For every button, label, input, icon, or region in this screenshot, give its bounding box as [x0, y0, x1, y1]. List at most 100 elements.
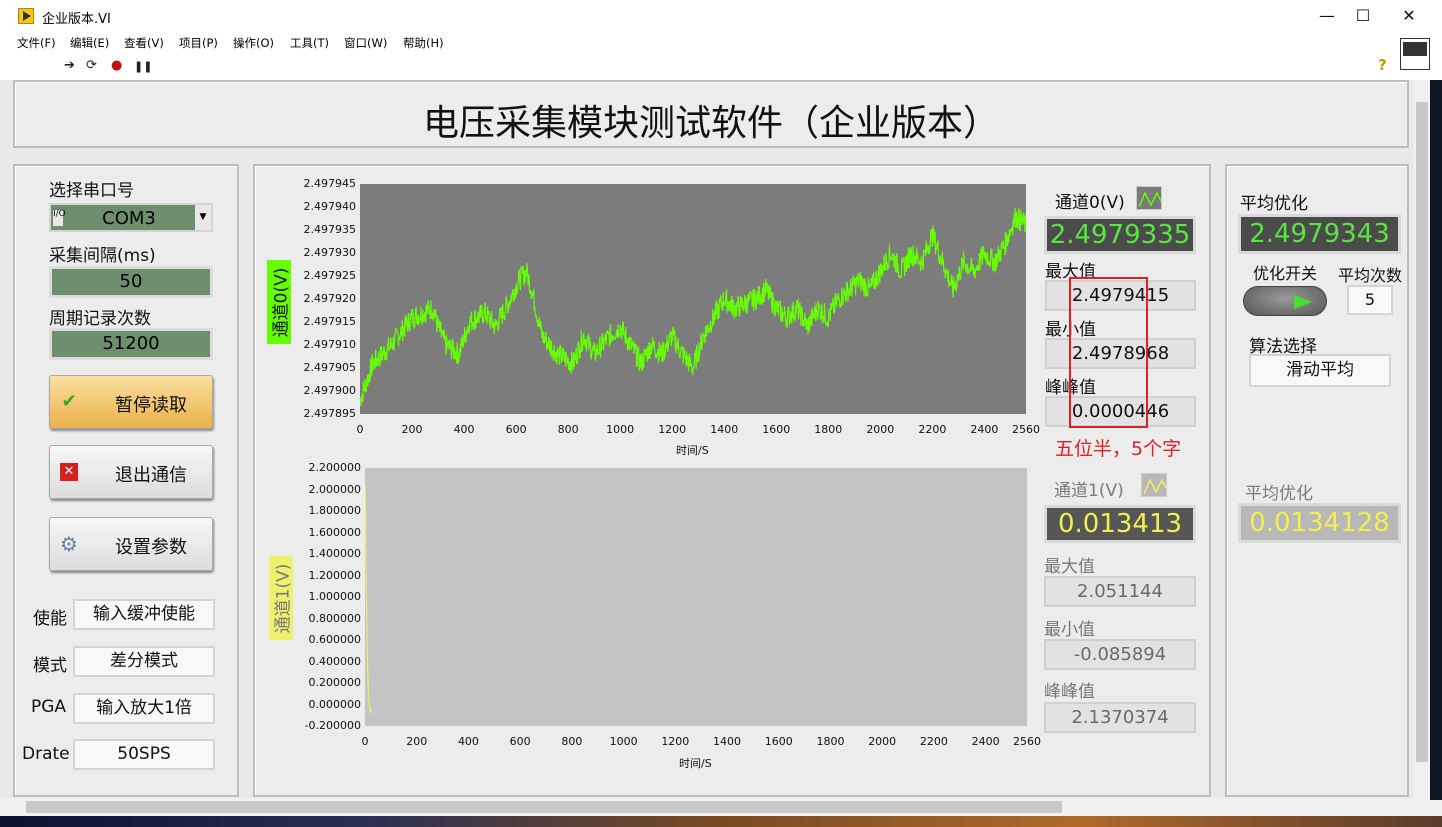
menu-file[interactable]: 文件(F) [17, 35, 56, 51]
ch1-x-tick: 1600 [764, 735, 793, 748]
ch0-y-tick: 2.497910 [303, 338, 357, 351]
ch0-y-tick: 2.497900 [303, 384, 357, 397]
ch1-max-value: 2.051144 [1044, 576, 1196, 607]
close-button[interactable]: ✕ [1386, 0, 1432, 32]
port-label: 选择串口号 [49, 181, 134, 201]
run-continuously-icon[interactable]: ⟳ [86, 58, 97, 73]
ch1-y-tick: 2.000000 [308, 482, 362, 496]
ch1-y-tick: 1.000000 [308, 590, 362, 603]
pause-read-button[interactable]: ✔ 暂停读取 [49, 375, 213, 429]
ch1-x-tick: 400 [457, 735, 479, 748]
record-count-input[interactable]: 51200 [49, 328, 213, 360]
ch1-y-axis-label-bg: 通道1(V) [269, 556, 294, 640]
interval-input[interactable]: 50 [49, 266, 213, 298]
ch1-y-tick: 2.200000 [308, 461, 362, 474]
opt-toggle[interactable] [1243, 286, 1327, 316]
avg-opt2-label: 平均优化 [1245, 484, 1313, 504]
pause-icon[interactable]: ❚❚ [134, 60, 152, 73]
ch1-x-tick: 1200 [661, 735, 690, 748]
mode-select[interactable]: 差分模式 [73, 646, 215, 677]
ch1-x-tick: 1400 [713, 735, 742, 748]
drate-select[interactable]: 50SPS [73, 739, 215, 770]
horizontal-scrollbar[interactable] [0, 798, 1430, 816]
ch1-plot-area [364, 468, 1027, 726]
banner-panel: 电压采集模块测试软件（企业版本） [13, 80, 1409, 148]
vertical-scrollbar[interactable] [1414, 80, 1430, 798]
ch0-legend-label: 通道0(V) [1055, 193, 1125, 213]
horizontal-scroll-thumb[interactable] [26, 801, 1062, 813]
ch1-x-tick: 2560 [1013, 735, 1041, 748]
vertical-scroll-thumb[interactable] [1416, 102, 1428, 762]
ch1-x-tick: 1800 [816, 735, 845, 748]
ch1-x-tick: 2400 [971, 735, 1000, 748]
ch1-y-tick: 0.600000 [308, 633, 362, 646]
ch1-pp-value: 2.1370374 [1044, 702, 1196, 733]
ch0-legend-icon[interactable] [1136, 186, 1162, 210]
menu-help[interactable]: 帮助(H) [403, 35, 444, 51]
ch1-y-tick: -0.200000 [304, 719, 361, 732]
ch1-x-tick: 800 [561, 735, 583, 748]
ch0-y-tick: 2.497905 [303, 361, 357, 374]
desktop-background-strip [0, 816, 1442, 827]
ch1-x-tick: 600 [509, 735, 531, 748]
ch1-chart [364, 484, 372, 714]
ch1-value-display: 0.013413 [1044, 505, 1196, 543]
ch0-value-display: 2.4979335 [1044, 216, 1196, 254]
avg-opt-value: 2.4979343 [1238, 214, 1401, 254]
ch0-plot-area [359, 184, 1027, 414]
ch0-x-axis-label: 时间/S [676, 444, 709, 457]
ch1-y-tick: 0.800000 [308, 611, 362, 625]
ch1-y-tick: 1.400000 [308, 547, 362, 560]
ch0-x-tick: 2400 [970, 423, 999, 436]
ch1-y-tick: 0.000000 [308, 697, 362, 711]
pga-label: PGA [31, 697, 67, 717]
menu-tools[interactable]: 工具(T) [290, 35, 329, 51]
ch0-y-tick: 2.497940 [303, 200, 357, 213]
ch1-pp-label: 峰峰值 [1044, 682, 1095, 702]
ch0-x-tick: 2200 [918, 423, 947, 436]
ch0-y-tick: 2.497925 [303, 269, 357, 282]
ch1-legend-label: 通道1(V) [1054, 481, 1124, 501]
ch0-x-tick: 400 [453, 423, 475, 436]
algo-select[interactable]: 滑动平均 [1249, 354, 1391, 387]
ch0-x-tick: 200 [401, 423, 423, 436]
maximize-button[interactable]: ☐ [1340, 0, 1386, 32]
menu-window[interactable]: 窗口(W) [344, 35, 387, 51]
chevron-down-icon[interactable]: ▼ [195, 205, 211, 230]
enable-select[interactable]: 输入缓冲使能 [73, 599, 215, 630]
toolbar: ➔ ⟳ ● ❚❚ [0, 52, 1442, 80]
ch1-x-tick: 200 [406, 735, 428, 748]
title-bar: 企业版本.VI — ☐ ✕ [0, 0, 1442, 32]
port-select[interactable]: I/O COM3 ▼ [49, 203, 213, 232]
avg-opt-label: 平均优化 [1240, 194, 1308, 214]
ch1-legend-icon[interactable] [1141, 473, 1167, 497]
ch0-series-line [359, 207, 1027, 407]
ch1-max-label: 最大值 [1044, 557, 1095, 577]
ch0-x-tick: 1600 [762, 423, 791, 436]
menu-view[interactable]: 查看(V) [124, 35, 164, 51]
avg-count-label: 平均次数 [1338, 266, 1403, 285]
ch1-y-tick: 0.400000 [308, 654, 362, 668]
ch1-series-line [364, 484, 372, 714]
avg-count-input[interactable]: 5 [1347, 285, 1393, 315]
ch1-x-axis-label: 时间/S [679, 757, 712, 770]
exit-comm-button[interactable]: ✕ 退出通信 [49, 445, 213, 499]
ch0-y-tick: 2.497930 [303, 246, 357, 259]
menu-bar: 文件(F) 编辑(E) 查看(V) 项目(P) 操作(O) 工具(T) 窗口(W… [0, 32, 1442, 52]
run-arrow-icon[interactable]: ➔ [64, 58, 75, 73]
menu-project[interactable]: 项目(P) [179, 35, 218, 51]
ch1-y-tick: 1.200000 [308, 568, 362, 582]
avg-opt2-value: 0.0134128 [1238, 503, 1401, 543]
pga-select[interactable]: 输入放大1倍 [73, 693, 215, 724]
menu-edit[interactable]: 编辑(E) [70, 35, 109, 51]
settings-button[interactable]: ⚙ 设置参数 [49, 517, 213, 571]
ch0-x-tick: 0 [356, 423, 364, 436]
abort-icon[interactable]: ● [111, 58, 122, 73]
ch0-y-tick: 2.497920 [303, 292, 357, 305]
menu-operate[interactable]: 操作(O) [233, 35, 274, 51]
context-help-icon[interactable]: ? [1378, 56, 1387, 74]
ch0-x-tick: 1400 [710, 423, 739, 436]
ch0-y-axis-label: 通道0(V) [271, 267, 292, 338]
ch1-x-tick: 2000 [868, 735, 897, 748]
toggle-arrow-icon [1294, 295, 1312, 309]
